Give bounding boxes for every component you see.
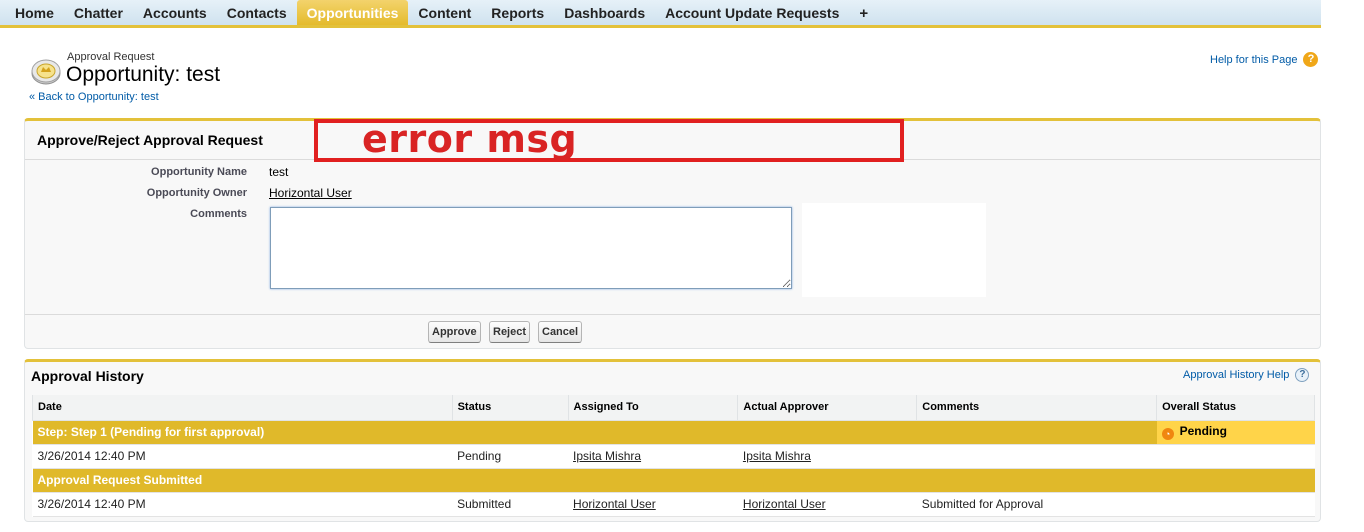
tab-account-update-requests[interactable]: Account Update Requests [655, 0, 849, 25]
step-label: Approval Request Submitted [32, 468, 1315, 493]
opportunity-owner-link[interactable]: Horizontal User [269, 186, 352, 200]
column-header-assigned-to: Assigned To [567, 395, 739, 421]
row-status: Submitted [452, 492, 569, 517]
overall-status-cell: ◔ Pending [1156, 420, 1315, 445]
main-tab-bar: Home Chatter Accounts Contacts Opportuni… [0, 0, 1321, 28]
help-question-icon[interactable]: ? [1295, 368, 1310, 382]
row-date: 3/26/2014 12:40 PM [32, 492, 453, 517]
error-annotation-text: error msg [362, 117, 578, 161]
step-row: Approval Request Submitted [32, 468, 1315, 493]
page-subtitle: Approval Request [67, 51, 155, 63]
row-comments [916, 444, 1157, 469]
column-header-overall-status: Overall Status [1156, 395, 1315, 421]
row-date: 3/26/2014 12:40 PM [32, 444, 453, 469]
tab-contacts[interactable]: Contacts [217, 0, 297, 25]
page-title: Opportunity: test [66, 63, 221, 86]
comments-label: Comments [190, 208, 247, 220]
column-header-actual-approver: Actual Approver [737, 395, 918, 421]
row-overall-status [1156, 444, 1315, 469]
opportunity-name-label: Opportunity Name [151, 166, 247, 178]
assigned-to-link[interactable]: Horizontal User [573, 497, 656, 511]
back-to-opportunity-link[interactable]: « Back to Opportunity: test [29, 91, 159, 103]
all-tabs-plus-icon[interactable]: + [849, 0, 878, 25]
reject-button[interactable]: Reject [489, 321, 531, 343]
row-status: Pending [452, 444, 569, 469]
help-for-page-link[interactable]: Help for this Page [1210, 54, 1297, 66]
approval-history-help[interactable]: Approval History Help ? [1183, 368, 1310, 382]
tab-chatter[interactable]: Chatter [64, 0, 133, 25]
assigned-to-link[interactable]: Ipsita Mishra [573, 449, 641, 463]
approval-history-help-link[interactable]: Approval History Help [1183, 369, 1289, 381]
opportunity-coin-icon [31, 59, 61, 85]
approval-history-title: Approval History [31, 368, 144, 384]
overall-status-value: Pending [1179, 424, 1227, 438]
approve-reject-title: Approve/Reject Approval Request [37, 132, 263, 148]
blank-area [802, 203, 986, 297]
pending-clock-icon: ◔ [1161, 428, 1174, 440]
column-header-date: Date [32, 395, 453, 421]
approval-history-table: Date Status Assigned To Actual Approver … [32, 395, 1315, 517]
column-header-status: Status [451, 395, 569, 421]
row-overall-status [1156, 492, 1315, 517]
actual-approver-link[interactable]: Ipsita Mishra [743, 449, 811, 463]
tab-opportunities[interactable]: Opportunities [296, 0, 409, 25]
step-label: Step: Step 1 (Pending for first approval… [32, 420, 1157, 445]
help-question-icon[interactable]: ? [1303, 52, 1319, 67]
tab-accounts[interactable]: Accounts [133, 0, 217, 25]
opportunity-owner-label: Opportunity Owner [146, 187, 247, 199]
step-row: Step: Step 1 (Pending for first approval… [32, 420, 1315, 445]
tab-content[interactable]: Content [408, 0, 481, 25]
tab-dashboards[interactable]: Dashboards [554, 0, 655, 25]
table-row: 3/26/2014 12:40 PM Pending Ipsita Mishra… [32, 444, 1315, 469]
actual-approver-link[interactable]: Horizontal User [743, 497, 826, 511]
opportunity-name-value: test [269, 165, 289, 179]
cancel-button[interactable]: Cancel [538, 321, 583, 343]
comments-textarea[interactable] [270, 207, 792, 289]
error-annotation-box: error msg [314, 117, 904, 162]
column-header-comments: Comments [916, 395, 1158, 421]
row-comments: Submitted for Approval [916, 492, 1157, 517]
tab-reports[interactable]: Reports [481, 0, 554, 25]
panel-footer-divider [25, 314, 1320, 315]
table-header-row: Date Status Assigned To Actual Approver … [32, 395, 1315, 421]
help-for-page[interactable]: Help for this Page ? [1210, 52, 1319, 67]
tab-home[interactable]: Home [0, 0, 64, 25]
approve-button[interactable]: Approve [428, 321, 481, 343]
table-row: 3/26/2014 12:40 PM Submitted Horizontal … [32, 492, 1315, 517]
approval-history-panel: Approval History Approval History Help ?… [24, 359, 1321, 522]
